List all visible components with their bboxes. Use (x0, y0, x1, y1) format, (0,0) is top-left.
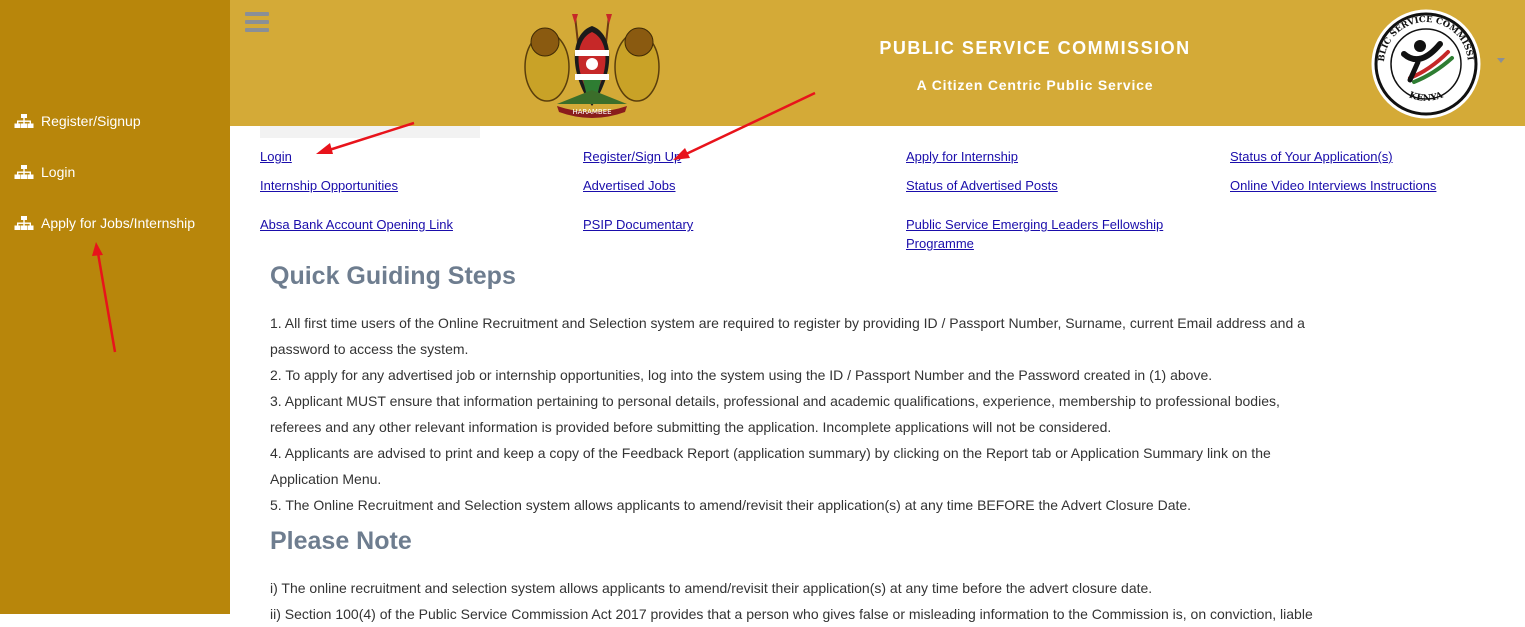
link-advertised-posts-status[interactable]: Status of Advertised Posts (906, 176, 1058, 195)
link-absa-account[interactable]: Absa Bank Account Opening Link (260, 215, 453, 234)
page-subtitle: A Citizen Centric Public Service (916, 77, 1154, 93)
link-login[interactable]: Login (260, 147, 292, 166)
step-item: 1. All first time users of the Online Re… (270, 315, 1305, 357)
link-leaders-fellowship-line2[interactable]: Programme (906, 234, 974, 253)
step-item: 4. Applicants are advised to print and k… (270, 445, 1271, 487)
header-bar (230, 0, 1525, 126)
sidebar: Register/Signup Login Apply for Jobs/Int… (0, 0, 230, 614)
link-application-status[interactable]: Status of Your Application(s) (1230, 147, 1393, 166)
link-internship-opportunities[interactable]: Internship Opportunities (260, 176, 398, 195)
step-item: 3. Applicant MUST ensure that informatio… (270, 393, 1280, 435)
coat-motto: HARAMBEE (572, 108, 611, 116)
note-item: i) The online recruitment and selection … (270, 580, 1153, 596)
sidebar-item-apply[interactable]: Apply for Jobs/Internship (14, 215, 195, 231)
menu-toggle-icon[interactable] (245, 12, 269, 34)
link-psip-documentary[interactable]: PSIP Documentary (583, 215, 693, 234)
divider (260, 126, 480, 138)
note-item: ii) Section 100(4) of the Public Service… (270, 606, 1313, 622)
step-item: 2. To apply for any advertised job or in… (270, 367, 1213, 383)
link-apply-internship[interactable]: Apply for Internship (906, 147, 1018, 166)
sidebar-item-label: Apply for Jobs/Internship (41, 215, 196, 231)
step-item: 5. The Online Recruitment and Selection … (270, 497, 1192, 513)
coat-of-arms-logo: HARAMBEE (524, 14, 660, 118)
psc-seal-logo: PUBLIC SERVICE COMMISSION KENYA (1370, 8, 1482, 120)
sidebar-item-label: Login (41, 164, 76, 180)
sidebar-item-login[interactable]: Login (14, 164, 75, 180)
steps-heading: Quick Guiding Steps (270, 262, 516, 290)
link-advertised-jobs[interactable]: Advertised Jobs (583, 176, 676, 195)
page-title: PUBLIC SERVICE COMMISSION (879, 38, 1191, 58)
sitemap-icon (14, 216, 34, 230)
chevron-down-icon[interactable] (1497, 58, 1505, 64)
link-leaders-fellowship[interactable]: Public Service Emerging Leaders Fellowsh… (906, 215, 1163, 234)
link-register[interactable]: Register/Sign Up (583, 147, 681, 166)
note-heading: Please Note (270, 527, 412, 555)
sidebar-item-register[interactable]: Register/Signup (14, 113, 141, 129)
link-video-interviews[interactable]: Online Video Interviews Instructions (1230, 176, 1436, 195)
sitemap-icon (14, 165, 34, 179)
sidebar-item-label: Register/Signup (41, 113, 141, 129)
sitemap-icon (14, 114, 34, 128)
